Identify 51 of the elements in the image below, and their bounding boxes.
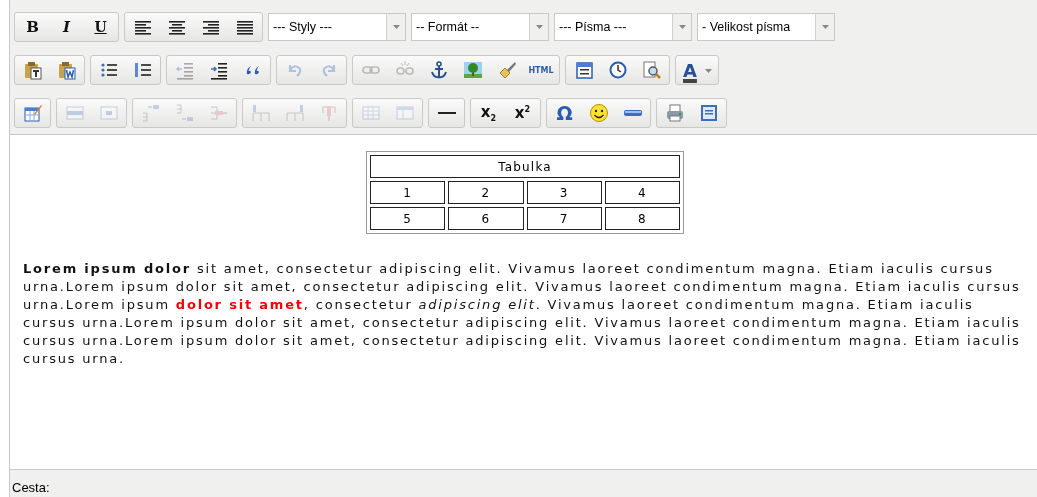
numbered-list-icon <box>132 60 153 80</box>
horizontal-rule-icon <box>436 112 457 114</box>
italic-button[interactable]: I <box>51 14 82 40</box>
calendar-icon <box>573 60 594 80</box>
delete-row-icon <box>208 103 229 123</box>
path-label: Cesta: <box>12 480 50 495</box>
dropdown-value: -- Formát -- <box>415 19 481 36</box>
bold-button[interactable]: B <box>17 14 48 40</box>
outdent-icon <box>174 60 195 80</box>
table-cell: 3 <box>526 181 602 204</box>
printer-icon <box>664 103 685 123</box>
row-before-icon <box>140 103 161 123</box>
anchor-icon <box>428 60 449 80</box>
dropdown[interactable]: - Velikost písma <box>697 13 835 41</box>
html-button[interactable]: HTML <box>525 57 557 83</box>
text-color-button[interactable]: A <box>678 57 716 83</box>
row-after-icon <box>174 103 195 123</box>
paste-word-icon <box>56 60 77 80</box>
dropdown-value: - Velikost písma <box>701 19 792 36</box>
dropdown-value: --- Styly --- <box>272 19 333 36</box>
table-cell: 4 <box>604 181 680 204</box>
row-icon <box>64 103 85 123</box>
paste-text-icon <box>22 60 43 80</box>
dropdown[interactable]: --- Styly --- <box>268 13 406 41</box>
table-cell: 5 <box>370 207 446 230</box>
table-cell: 2 <box>448 181 524 204</box>
column-before-icon <box>250 103 271 123</box>
split-cells-icon <box>394 103 415 123</box>
dropdown-value: --- Písma --- <box>558 19 628 36</box>
table-cell: 7 <box>526 207 602 230</box>
cell-icon <box>98 103 119 123</box>
smiley-icon <box>588 103 609 123</box>
underline-button[interactable]: U <box>85 14 116 40</box>
table-cell: 8 <box>604 207 680 230</box>
dropdown[interactable]: --- Písma --- <box>554 13 692 41</box>
table-caption: Tabulka <box>370 155 680 178</box>
special-character-button[interactable]: Ω <box>549 100 580 126</box>
table-cell: 6 <box>448 207 524 230</box>
image-icon <box>462 60 483 80</box>
visual-aid-icon <box>698 103 719 123</box>
paragraph: Lorem ipsum dolor sit amet, consectetur adipiscing elit. Vivamus laoreet condimentum magna. Etiam iaculis cursus urna.Lorem ipsum dolor sit amet, consectetur adipiscing elit. Vivamus laoreet condimentum magna. Etiam iaculis cursus urna.Lorem ipsum dolor sit amet, consectetur adipiscing elit. Vivamus laoreet condimentum magna. Etiam iaculis cursus urna.Lorem ipsum dolor sit amet, consectetur adipiscing elit. Vivamus laoreet condimentum magna. Etiam iaculis cursus urna.Lorem ipsum dolor sit amet, consectetur adipiscing elit. Vivamus laoreet condimentum magna. Etiam iaculis cursus urna. <box>23 260 1022 368</box>
indent-icon <box>208 60 229 80</box>
table-cell: 1 <box>370 181 446 204</box>
dropdown[interactable]: -- Formát -- <box>411 13 549 41</box>
merge-cells-icon <box>360 103 381 123</box>
table-edit-icon <box>22 103 43 123</box>
preview-icon <box>641 60 662 80</box>
subscript-button[interactable]: x$_{2}$ <box>473 100 504 126</box>
clock-icon <box>607 60 628 80</box>
column-after-icon <box>284 103 305 123</box>
superscript-button[interactable]: x$^{2}$ <box>507 100 538 126</box>
